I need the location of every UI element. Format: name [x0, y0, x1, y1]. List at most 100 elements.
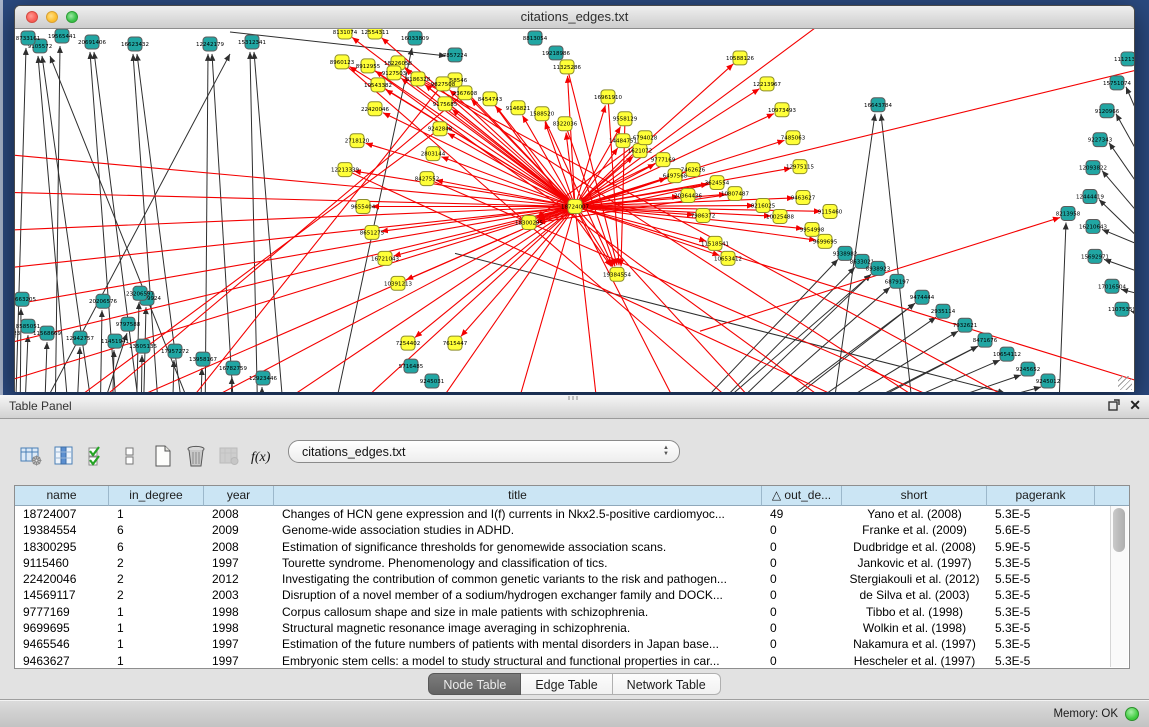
graph-node-label: 6794028 [633, 136, 658, 142]
minimize-window-button[interactable] [46, 11, 58, 23]
citation-edge-black[interactable] [1058, 222, 1066, 392]
float-panel-icon[interactable] [1108, 399, 1120, 411]
citation-edge-red[interactable] [15, 207, 575, 232]
delete-table-button[interactable] [183, 442, 209, 470]
scrollbar-thumb[interactable] [1113, 508, 1125, 552]
tab-edge-table[interactable]: Edge Table [521, 673, 612, 695]
panel-splitter-handle[interactable] [568, 396, 580, 400]
citation-edge-red[interactable] [418, 79, 1060, 392]
graph-node-label: 9120966 [1095, 109, 1120, 115]
citation-edge-black[interactable] [44, 342, 47, 392]
column-header-pagerank[interactable]: pagerank [987, 486, 1095, 506]
citation-edge-black[interactable] [455, 253, 1005, 392]
table-row[interactable]: 969969511998Structural magnetic resonanc… [15, 620, 1129, 636]
window-titlebar[interactable]: citations_edges.txt [15, 6, 1134, 29]
show-columns-button[interactable] [51, 442, 77, 470]
import-table-button[interactable] [216, 442, 242, 470]
table-row[interactable]: 946554611997Estimation of the future num… [15, 636, 1129, 652]
citation-edge-red[interactable] [510, 207, 575, 392]
dropdown-stepper-icon: ▲▼ [663, 446, 669, 457]
citation-edge-red[interactable] [15, 207, 575, 352]
citation-edge-black[interactable] [55, 46, 60, 392]
memory-status-label: Memory: OK [1053, 708, 1118, 720]
column-header-in_degree[interactable]: in_degree [109, 486, 204, 506]
citation-edge-black[interactable] [1104, 259, 1134, 279]
cell-year: 1997 [204, 636, 274, 652]
citation-edge-black[interactable] [1121, 289, 1134, 299]
graph-node-label: 16782759 [219, 366, 247, 372]
citation-edge-black[interactable] [675, 259, 838, 392]
graph-node-label: 16643784 [864, 103, 892, 109]
graph-node-label: 9463627 [791, 196, 816, 202]
vertical-scrollbar[interactable] [1110, 506, 1128, 667]
citation-edge-red[interactable] [575, 207, 780, 392]
citation-edge-red[interactable] [575, 62, 1134, 207]
selection-mode-button[interactable] [84, 442, 110, 470]
citation-edge-black[interactable] [172, 360, 174, 392]
table-row[interactable]: 977716911998Corpus callosum shape and si… [15, 604, 1129, 620]
column-header-short[interactable]: short [842, 486, 987, 506]
graph-node-label: 12923446 [249, 376, 277, 382]
graph-node-label: 17957272 [161, 349, 189, 355]
column-header-year[interactable]: year [204, 486, 274, 506]
close-window-button[interactable] [26, 11, 38, 23]
column-header-name[interactable]: name [15, 486, 109, 506]
citation-edge-black[interactable] [30, 54, 230, 392]
table-settings-button[interactable] [18, 442, 44, 470]
create-table-button[interactable] [150, 442, 176, 470]
citation-edge-black[interactable] [810, 346, 978, 392]
cell-in_degree: 1 [109, 636, 204, 652]
citation-edge-red[interactable] [420, 207, 575, 392]
table-row[interactable]: 2242004622012Investigating the contribut… [15, 571, 1129, 587]
graph-node-label: 13505135 [129, 344, 157, 350]
tab-network-table[interactable]: Network Table [613, 673, 721, 695]
citation-edge-black[interactable] [878, 387, 1041, 392]
cell-name: 9115460 [15, 555, 109, 571]
citation-edge-black[interactable] [250, 52, 258, 392]
graph-node-label: 9558129 [613, 117, 638, 123]
cell-title: Investigating the contribution of common… [274, 571, 762, 587]
function-builder-button[interactable]: f(x) [249, 442, 275, 470]
citation-edge-black[interactable] [254, 52, 285, 392]
citation-edge-black[interactable] [212, 54, 235, 392]
column-header-out_degree[interactable]: △ out_de... [762, 486, 842, 506]
cell-out_degree: 0 [762, 636, 842, 652]
table-row[interactable]: 911546021997Tourette syndrome. Phenomeno… [15, 555, 1129, 571]
citation-edge-black[interactable] [727, 287, 890, 392]
citation-edge-black[interactable] [76, 347, 80, 392]
close-panel-icon[interactable]: ✕ [1129, 398, 1141, 412]
network-graph-svg: 1872400789601238912955182260589127503818… [15, 29, 1134, 392]
table-row[interactable]: 1872400712008Changes of HCN gene express… [15, 506, 1129, 522]
column-header-title[interactable]: title [274, 486, 762, 506]
cell-year: 1998 [204, 604, 274, 620]
cell-name: 9465546 [15, 636, 109, 652]
table-row[interactable]: 1938455462009Genome-wide association stu… [15, 522, 1129, 538]
table-row[interactable]: 946362711997Embryonic stem cells: a mode… [15, 653, 1129, 669]
citation-edge-black[interactable] [230, 377, 232, 392]
table-select-dropdown[interactable]: citations_edges.txt ▲▼ [288, 440, 680, 463]
graph-node-label: 10588126 [726, 56, 754, 62]
citation-edge-black[interactable] [1116, 114, 1134, 202]
network-canvas[interactable]: 1872400789601238912955182260589127503818… [15, 29, 1134, 392]
citation-edge-black[interactable] [141, 355, 142, 392]
citation-edge-red[interactable] [15, 207, 575, 272]
row-mode-button[interactable] [117, 442, 143, 470]
graph-node-label: 17016504 [1098, 284, 1126, 290]
cell-pagerank: 5.3E-5 [987, 506, 1095, 522]
citation-edge-black[interactable] [1102, 229, 1134, 253]
table-row[interactable]: 1830029562008Estimation of significance … [15, 539, 1129, 555]
cell-in_degree: 6 [109, 522, 204, 538]
citation-edge-black[interactable] [205, 54, 208, 392]
tab-node-table[interactable]: Node Table [428, 673, 521, 695]
graph-node-label: 8131074 [333, 30, 358, 36]
graph-node-label: 10653412 [714, 256, 742, 262]
citation-edge-black[interactable] [24, 335, 28, 392]
cell-pagerank: 5.3E-5 [987, 636, 1095, 652]
window-resize-grip[interactable] [1118, 376, 1132, 390]
zoom-window-button[interactable] [66, 11, 78, 23]
table-row[interactable]: 1456911722003Disruption of a novel membe… [15, 587, 1129, 603]
citation-edge-black[interactable] [881, 114, 915, 392]
graph-node-label: 13958167 [189, 357, 217, 363]
citation-edge-black[interactable] [795, 331, 958, 392]
citation-edge-black[interactable] [1126, 87, 1134, 177]
